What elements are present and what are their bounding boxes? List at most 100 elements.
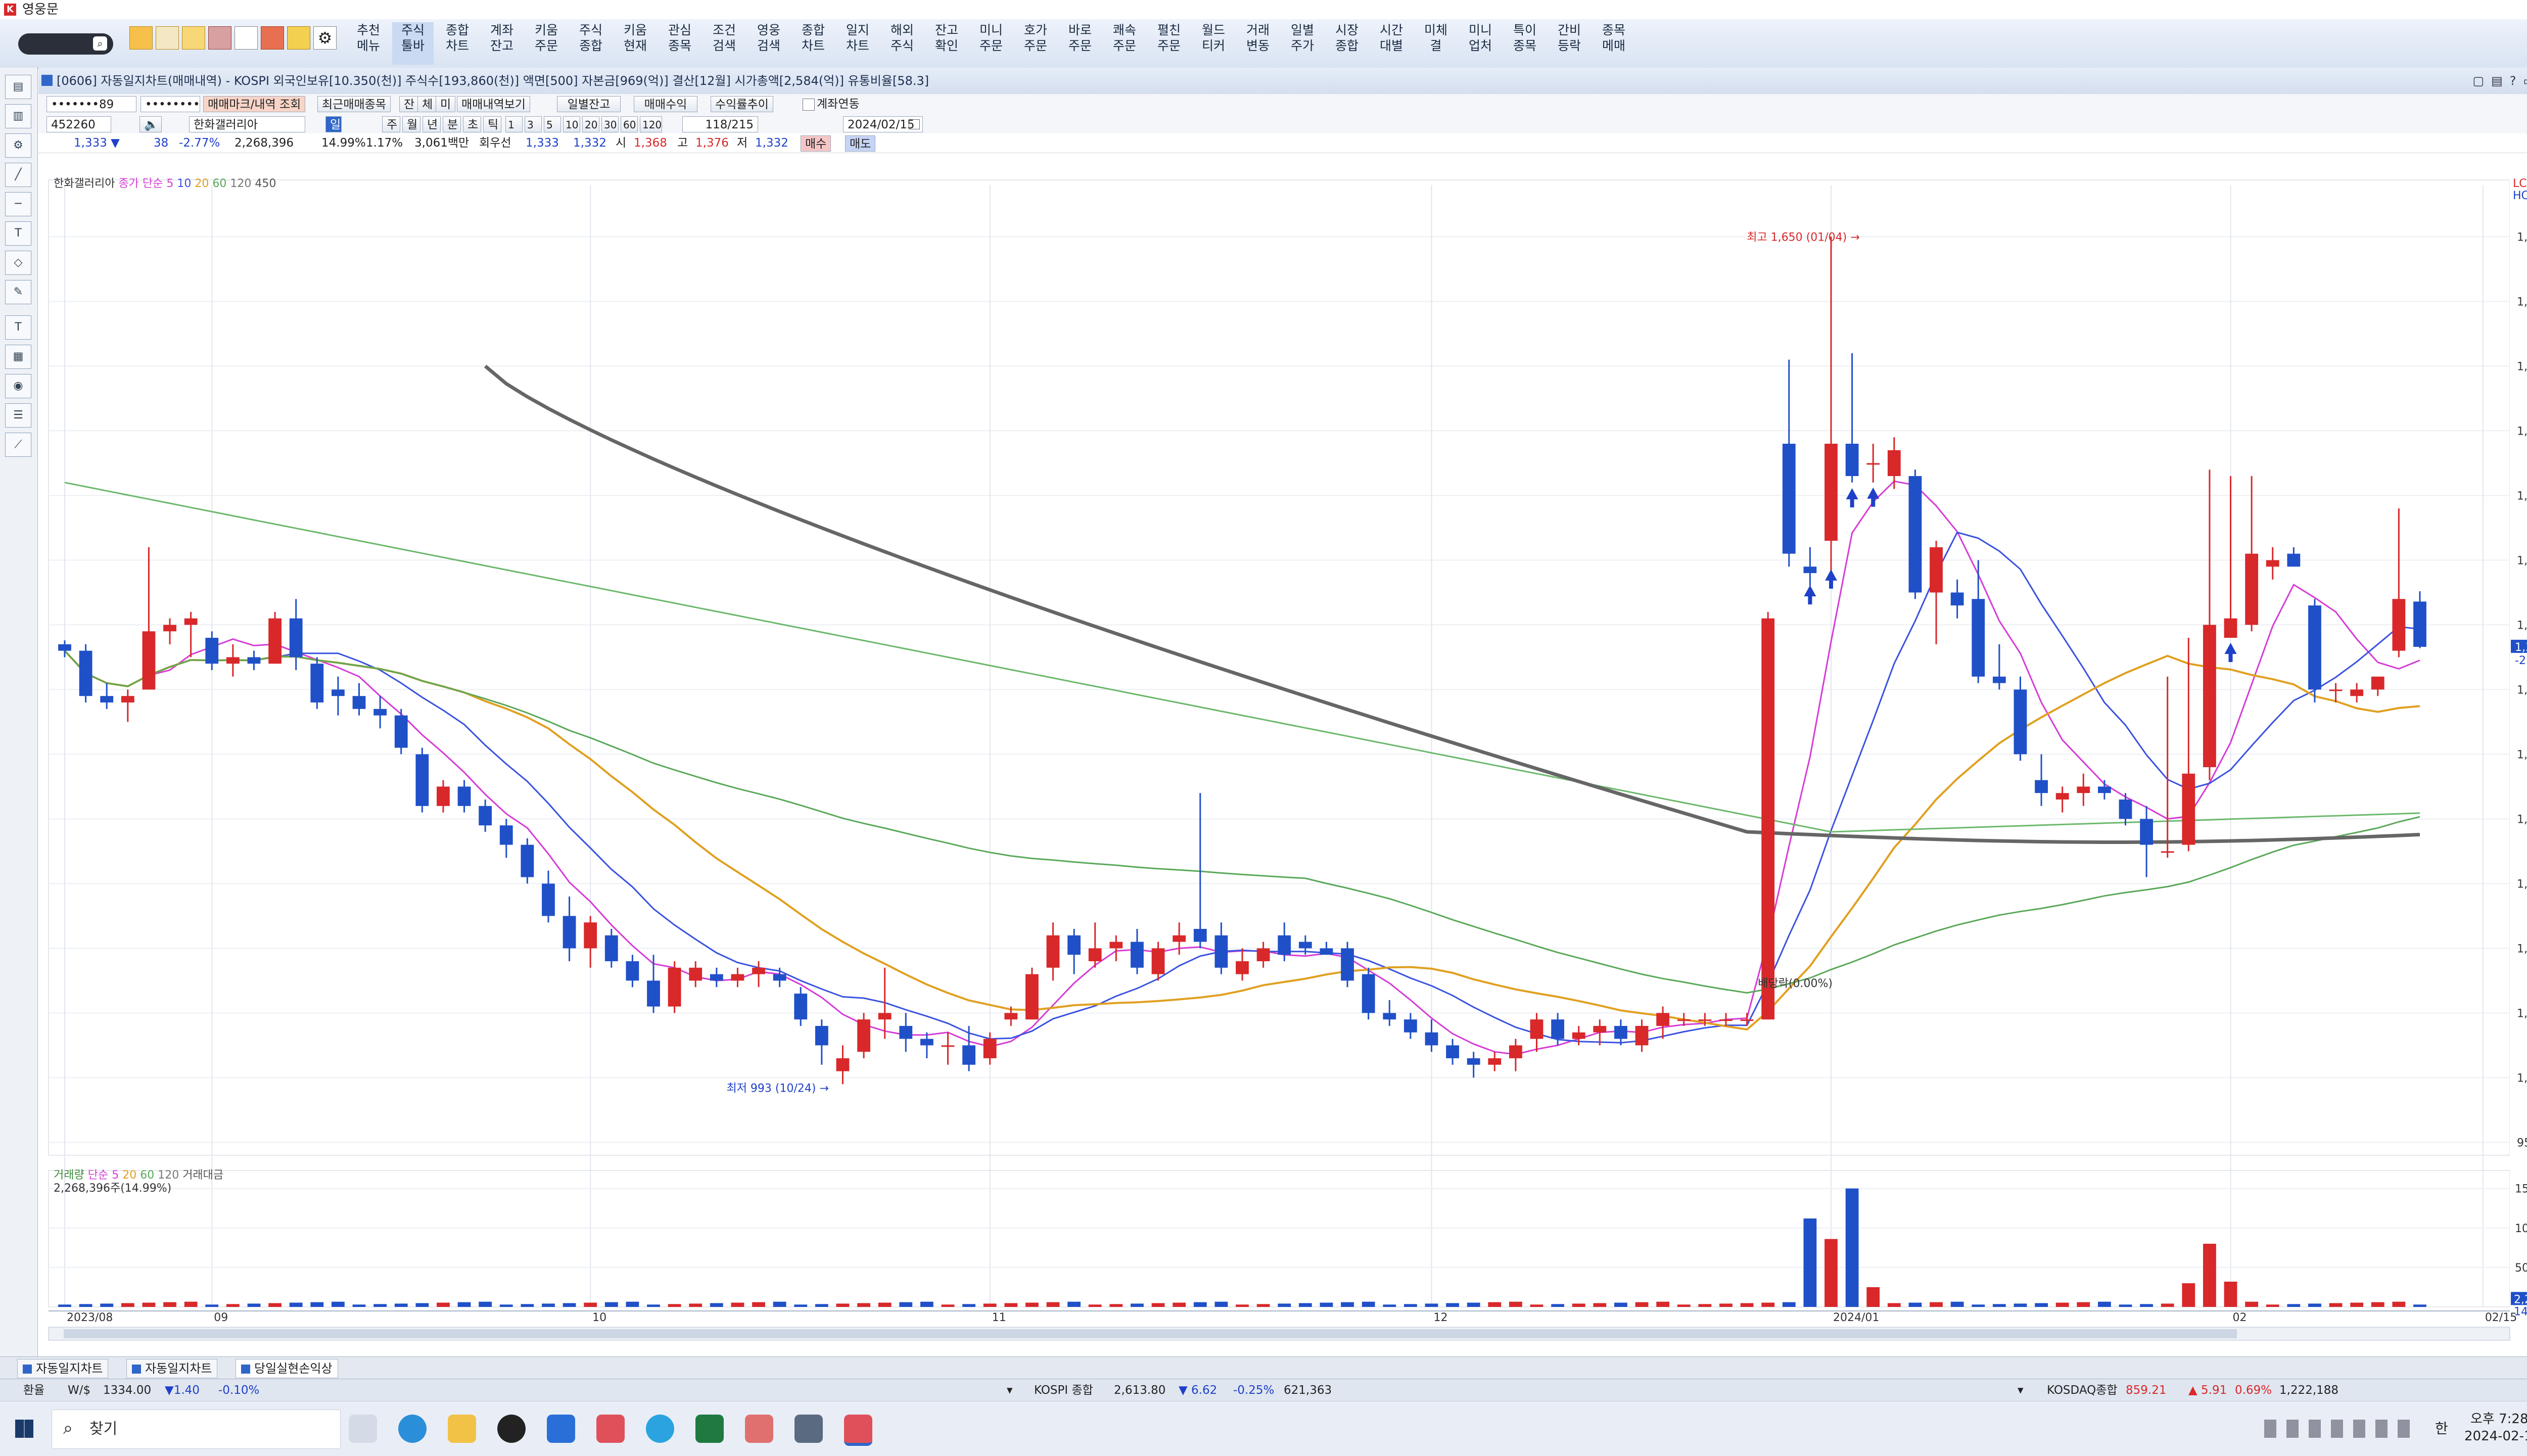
tab-auto-chart-1[interactable]: 자동일지차트 <box>17 1359 109 1378</box>
taskbar-search-box[interactable]: ⌕ 찾기 <box>52 1410 341 1449</box>
period-button[interactable]: 초 <box>463 116 481 132</box>
record-app-icon[interactable] <box>497 1415 526 1443</box>
minute-button[interactable]: 3 <box>525 116 542 132</box>
windows-start-icon[interactable] <box>15 1420 33 1438</box>
minute-button[interactable]: 30 <box>601 116 619 132</box>
menu-item[interactable]: 추천 메뉴 <box>348 22 389 65</box>
quick-chart-icon[interactable] <box>129 26 153 50</box>
recent-trade-button[interactable]: 최근매매종목 <box>317 96 391 112</box>
kospi-dropdown-icon[interactable]: ▾ <box>2018 1379 2024 1401</box>
quick-check-icon[interactable] <box>235 26 258 50</box>
daily-balance-button[interactable]: 일별잔고 <box>557 96 621 112</box>
minute-button[interactable]: 60 <box>621 116 638 132</box>
stock-code-input[interactable]: 452260 <box>46 116 111 132</box>
period-button[interactable]: 분 <box>443 116 461 132</box>
toggle-mi[interactable]: 미 <box>436 96 456 112</box>
menu-item[interactable]: 주식 종합 <box>570 22 612 65</box>
period-button[interactable]: 틱 <box>483 116 501 132</box>
trade-profit-button[interactable]: 매매수익 <box>634 96 697 112</box>
menu-item[interactable]: 해외 주식 <box>881 22 923 65</box>
period-button[interactable]: 년 <box>423 116 441 132</box>
menu-item[interactable]: 키움 주문 <box>526 22 567 65</box>
menu-item[interactable]: 종합 차트 <box>792 22 834 65</box>
calendar-icon[interactable] <box>909 119 920 129</box>
menu-item[interactable]: 호가 주문 <box>1015 22 1056 65</box>
quick-report-icon[interactable] <box>261 26 284 50</box>
period-button[interactable]: 월 <box>402 116 420 132</box>
account-link-checkbox[interactable] <box>803 99 815 111</box>
sidebar-shape-tool-icon[interactable]: ◇ <box>5 251 31 275</box>
period-day-button[interactable]: 일 <box>325 116 342 132</box>
ime-language[interactable]: 한 <box>2435 1418 2448 1438</box>
mail-icon[interactable] <box>547 1415 575 1443</box>
profit-trend-button[interactable]: 수익률추이 <box>711 96 773 112</box>
menu-item[interactable]: 바로 주문 <box>1059 22 1101 65</box>
quick-card-icon[interactable] <box>287 26 310 50</box>
system-tray[interactable] <box>2264 1420 2416 1438</box>
view-history-button[interactable]: 매매내역보기 <box>457 96 530 112</box>
menu-item[interactable]: 간비 등락 <box>1549 22 1590 65</box>
menu-item[interactable]: 쾌속 주문 <box>1104 22 1145 65</box>
quick-order-icon[interactable] <box>156 26 179 50</box>
sidebar-line-tool-icon[interactable]: ╱ <box>5 163 31 187</box>
task-view-icon[interactable] <box>349 1415 377 1443</box>
menu-item[interactable]: 키움 현재 <box>615 22 656 65</box>
menu-item[interactable]: 조건 검색 <box>704 22 745 65</box>
gear-icon[interactable]: ⚙ <box>313 26 337 50</box>
minute-button[interactable]: 10 <box>563 116 580 132</box>
sidebar-tool-2[interactable]: ▥ <box>5 104 31 128</box>
candlestick-chart[interactable]: 1,650 1,600 1,550 1,500 1,450 1,400 1,350 1,300… <box>38 175 2527 1351</box>
settings-gear-icon[interactable] <box>794 1415 823 1443</box>
sell-button[interactable]: 매도 <box>845 135 876 152</box>
menu-item[interactable]: 영웅 검색 <box>748 22 789 65</box>
kiwoom-active-app-icon[interactable] <box>844 1415 872 1446</box>
account-password-field[interactable]: •••••••• <box>141 96 200 112</box>
period-button[interactable]: 주 <box>382 116 400 132</box>
menu-item[interactable]: 관심 종목 <box>659 22 700 65</box>
menu-item[interactable]: 펼친 주문 <box>1148 22 1190 65</box>
sidebar-hline-tool-icon[interactable]: ─ <box>5 192 31 216</box>
sidebar-tool-3[interactable]: ⚙ <box>5 133 31 158</box>
menu-item[interactable]: 주식 툴바 <box>392 22 434 65</box>
menu-item[interactable]: 시장 종합 <box>1326 22 1368 65</box>
minute-button[interactable]: 1 <box>505 116 523 132</box>
menu-item[interactable]: 미니 업처 <box>1460 22 1501 65</box>
minute-button[interactable]: 20 <box>582 116 599 132</box>
buy-button[interactable]: 매수 <box>801 135 831 152</box>
menu-item[interactable]: 일지 차트 <box>837 22 878 65</box>
sidebar-eraser-icon[interactable]: ✎ <box>5 280 31 304</box>
excel-icon[interactable] <box>695 1415 724 1443</box>
menu-item[interactable]: 잔고 확인 <box>926 22 967 65</box>
sidebar-tool-1[interactable]: ▤ <box>5 75 31 99</box>
network-app-icon[interactable] <box>745 1415 773 1443</box>
tab-realized-profit[interactable]: 당일실현손익상 <box>236 1359 338 1378</box>
menu-item[interactable]: 미니 주문 <box>970 22 1012 65</box>
menu-item[interactable]: 일별 주가 <box>1282 22 1323 65</box>
trade-mark-query-button[interactable]: 매매마크/내역 조회 <box>203 96 306 112</box>
file-explorer-icon[interactable] <box>448 1415 476 1443</box>
sidebar-circle-tool-icon[interactable]: ◉ <box>5 374 31 398</box>
quick-flag-icon[interactable] <box>208 26 231 50</box>
fx-dropdown-icon[interactable]: ▾ <box>1007 1379 1013 1401</box>
menu-item[interactable]: 월드 티커 <box>1193 22 1234 65</box>
menu-item[interactable]: 시간 대별 <box>1371 22 1412 65</box>
tab-auto-chart-2[interactable]: 자동일지차트 <box>126 1359 218 1378</box>
menu-item[interactable]: 거래 변동 <box>1237 22 1279 65</box>
chart-area[interactable]: 1,650 1,600 1,550 1,500 1,450 1,400 1,350 1,300… <box>38 175 2527 1351</box>
kiwoom-app-icon[interactable] <box>596 1415 625 1443</box>
sound-icon[interactable]: 🔈 <box>139 116 162 132</box>
menu-item[interactable]: 종목 메매 <box>1593 22 1634 65</box>
sidebar-list-tool-icon[interactable]: ☰ <box>5 403 31 428</box>
window-controls[interactable]: ▢▤?▭▬✕ <box>2472 68 2527 94</box>
edge-browser-icon[interactable] <box>398 1415 427 1443</box>
menu-item[interactable]: 미체 결 <box>1415 22 1457 65</box>
quick-lock-icon[interactable] <box>182 26 205 50</box>
account-number-field[interactable]: •••••••89 <box>46 96 136 112</box>
sidebar-chart-tool-icon[interactable]: ⟋ <box>5 433 31 457</box>
menu-item[interactable]: 종합 차트 <box>437 22 478 65</box>
sidebar-text-tool-icon[interactable]: T <box>5 221 31 246</box>
menu-search-box[interactable]: ⌕ <box>18 33 113 55</box>
toggle-jan[interactable]: 잔 <box>399 96 419 112</box>
toggle-che[interactable]: 체 <box>417 96 438 112</box>
sidebar-text2-tool-icon[interactable]: T <box>5 315 31 340</box>
